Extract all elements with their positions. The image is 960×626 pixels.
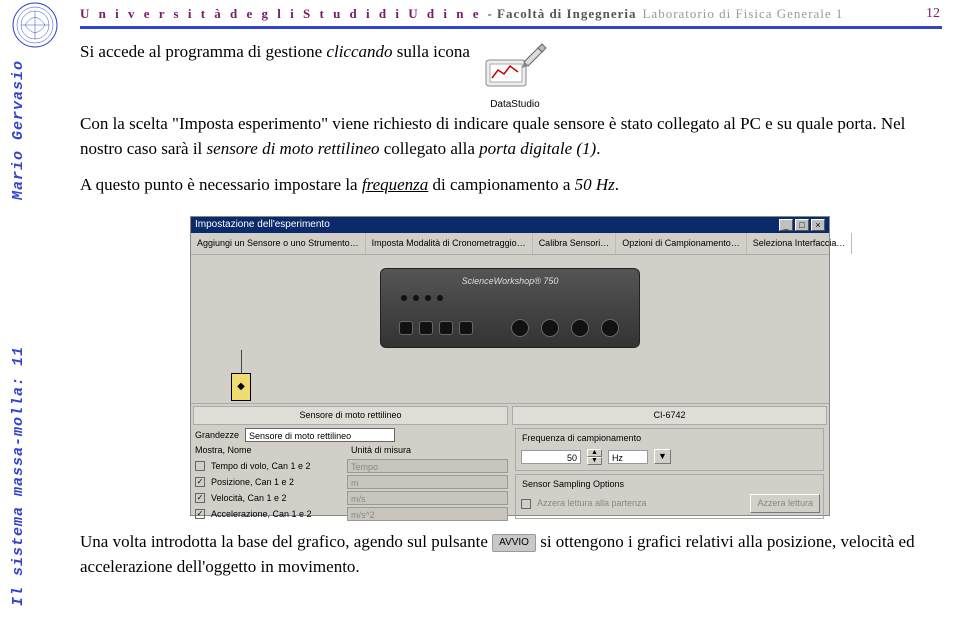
- sidebar-author: Mario Gervasio: [10, 60, 27, 200]
- window-close-button[interactable]: ×: [811, 219, 825, 231]
- freq-value-field[interactable]: 50: [521, 450, 581, 464]
- window-minimize-button[interactable]: _: [779, 219, 793, 231]
- grandezze-label: Grandezze: [195, 429, 239, 442]
- row-tempo-unit: Tempo: [347, 459, 508, 473]
- row-accelerazione-label: Accelerazione, Can 1 e 2: [211, 508, 341, 521]
- freq-unit-field[interactable]: Hz: [608, 450, 648, 464]
- tool-select-interface[interactable]: Seleziona Interfaccia…: [747, 233, 853, 254]
- university-name: U n i v e r s i t à d e g l i S t u d i …: [80, 6, 481, 22]
- experiment-setup-window: Impostazione dell'esperimento _ □ × Aggi…: [190, 216, 830, 516]
- row-velocita-unit: m/s: [347, 491, 508, 505]
- zero-label: Azzera lettura alla partenza: [537, 497, 647, 510]
- datastudio-icon: [480, 40, 550, 90]
- freq-down-button[interactable]: ▼: [587, 457, 602, 465]
- tool-sampling-options[interactable]: Opzioni di Campionamento…: [616, 233, 747, 254]
- checkbox-zero[interactable]: [521, 499, 531, 509]
- sensor-panel: Sensore di moto rettilineo Grandezze Sen…: [191, 403, 510, 515]
- sensor-header: Sensore di moto rettilineo: [193, 406, 508, 425]
- freq-unit-dropdown[interactable]: ▼: [654, 449, 671, 464]
- window-maximize-button[interactable]: □: [795, 219, 809, 231]
- row-posizione-unit: m: [347, 475, 508, 489]
- freq-up-button[interactable]: ▲: [587, 449, 602, 457]
- sampling-panel: CI-6742 Frequenza di campionamento 50 ▲ …: [510, 403, 829, 515]
- paragraph-2: Con la scelta "Imposta esperimento" vien…: [80, 112, 940, 161]
- page-number: 12: [926, 6, 940, 22]
- device-area: ScienceWorkshop® 750: [191, 255, 829, 361]
- paragraph-1: Si accede al programma di gestione clicc…: [80, 40, 470, 65]
- toolbar: Aggiungi un Sensore o uno Strumento… Imp…: [191, 233, 829, 255]
- port-1-selected-icon[interactable]: ◆: [231, 373, 251, 401]
- model-header: CI-6742: [512, 406, 827, 425]
- page-header: U n i v e r s i t à d e g l i S t u d i …: [80, 6, 940, 22]
- avvio-button-inline: AVVIO: [492, 534, 536, 553]
- unita-label: Unità di misura: [351, 444, 411, 457]
- zero-button[interactable]: Azzera lettura: [750, 494, 820, 513]
- sidebar-course-title: Il sistema massa-molla: 11: [10, 346, 27, 606]
- opts-group-title: Sensor Sampling Options: [519, 478, 627, 491]
- mostra-label: Mostra, Nome: [195, 444, 345, 457]
- row-tempo-label: Tempo di volo, Can 1 e 2: [211, 460, 341, 473]
- lab-name: Laboratorio di Fisica Generale 1: [642, 6, 843, 22]
- university-seal: [10, 0, 60, 50]
- window-titlebar: Impostazione dell'esperimento _ □ ×: [191, 217, 829, 233]
- row-accelerazione-unit: m/s^2: [347, 507, 508, 521]
- freq-group-title: Frequenza di campionamento: [519, 432, 644, 445]
- paragraph-4: Una volta introdotta la base del grafico…: [80, 530, 940, 579]
- checkbox-accelerazione[interactable]: ✓: [195, 509, 205, 519]
- tool-calibrate[interactable]: Calibra Sensori…: [533, 233, 617, 254]
- tool-add-sensor[interactable]: Aggiungi un Sensore o uno Strumento…: [191, 233, 366, 254]
- row-velocita-label: Velocità, Can 1 e 2: [211, 492, 341, 505]
- paragraph-3: A questo punto è necessario impostare la…: [80, 173, 940, 198]
- tool-timer-mode[interactable]: Imposta Modalità di Cronometraggio…: [366, 233, 533, 254]
- datastudio-caption: DataStudio: [480, 98, 550, 113]
- row-posizione-label: Posizione, Can 1 e 2: [211, 476, 341, 489]
- checkbox-velocita[interactable]: ✓: [195, 493, 205, 503]
- main-content: Si accede al programma di gestione clicc…: [80, 40, 940, 591]
- sensor-tab[interactable]: Sensore di moto rettilineo: [245, 428, 395, 442]
- header-rule: [80, 26, 942, 29]
- interface-device: ScienceWorkshop® 750: [380, 268, 640, 348]
- checkbox-tempo[interactable]: [195, 461, 205, 471]
- device-label: ScienceWorkshop® 750: [462, 275, 559, 288]
- faculty-name: - Facoltà di Ingegneria: [487, 6, 636, 22]
- window-title: Impostazione dell'esperimento: [195, 218, 330, 233]
- checkbox-posizione[interactable]: ✓: [195, 477, 205, 487]
